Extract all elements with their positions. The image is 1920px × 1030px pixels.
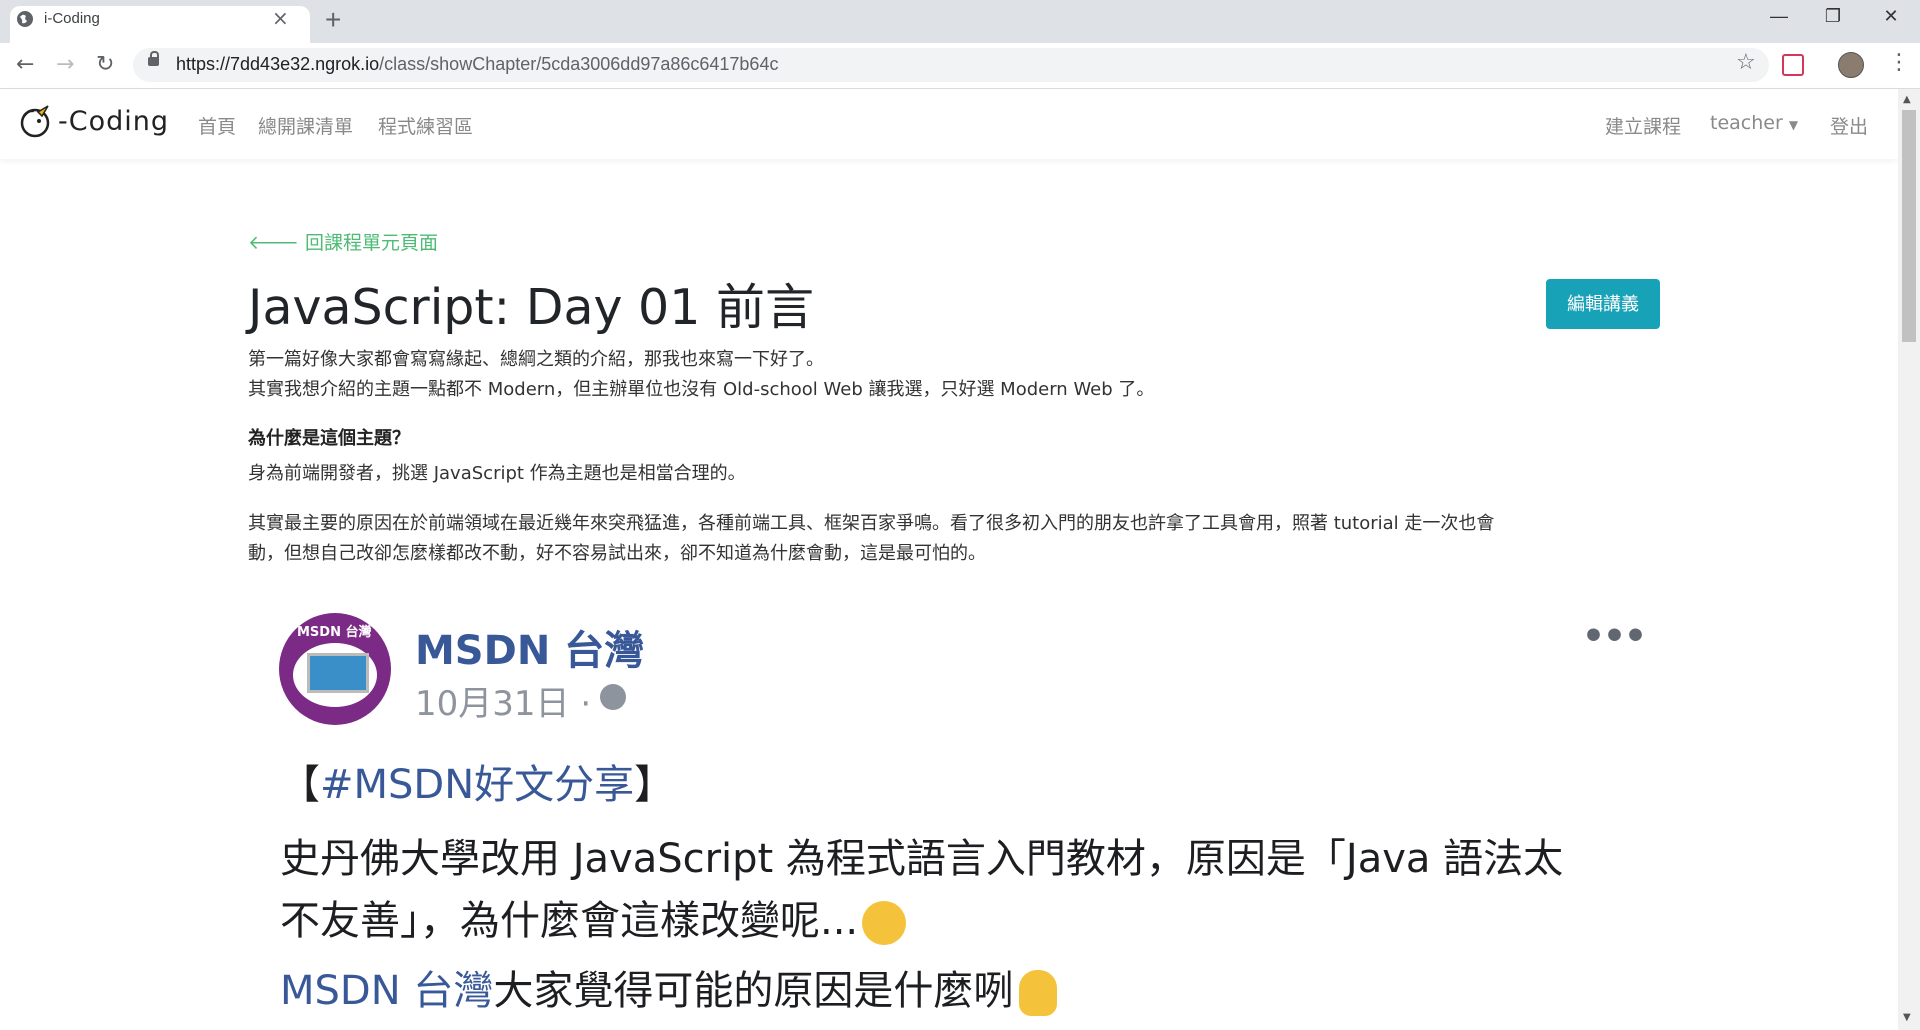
back-link-label: 回課程單元頁面 [305, 232, 439, 254]
post-body-line2: 不友善」，為什麼會這樣改變呢... [280, 888, 907, 946]
nav-home[interactable]: 首頁 [198, 112, 236, 139]
bracket-close: 】 [634, 762, 675, 808]
tab-title: i-Coding [44, 10, 100, 27]
post-question-line: MSDN 台灣大家覺得可能的原因是什麼咧 [280, 958, 1058, 1016]
nav-practice[interactable]: 程式練習區 [378, 112, 473, 139]
minimize-icon[interactable]: — [1756, 6, 1802, 27]
edit-handout-button[interactable]: 編輯講義 [1546, 279, 1660, 329]
post-date: 10月31日 · [415, 684, 592, 724]
raised-hand-icon [1019, 970, 1058, 1016]
nav-course-list[interactable]: 總開課清單 [258, 112, 353, 139]
scrollbar-thumb[interactable] [1902, 110, 1916, 342]
close-tab-icon[interactable]: × [272, 6, 289, 30]
paragraph-main-line2: 動，但想自己改卻怎麼樣都改不動，好不容易試出來，卻不知道為什麼會動，這是最可怕的… [248, 543, 986, 564]
post-page-name: MSDN 台灣 [415, 628, 645, 674]
url-path: /class/showChapter/5cda3006dd97a86c6417b… [379, 54, 779, 74]
back-to-units-link[interactable]: 🡐 回課程單元頁面 [248, 228, 438, 255]
globe-icon [17, 11, 33, 27]
paragraph-intro-line1: 第一篇好像大家都會寫寫緣起、總綱之類的介紹，那我也來寫一下好了。 [248, 349, 824, 370]
browser-menu-icon[interactable]: ⋮ [1888, 50, 1910, 75]
forward-arrow-icon[interactable]: → [56, 52, 74, 77]
reload-icon[interactable]: ↻ [96, 52, 114, 77]
msdn-avatar: MSDN 台灣 [279, 613, 391, 725]
post-body-line1: 史丹佛大學改用 JavaScript 為程式語言入門教材，原因是「Java 語法… [280, 836, 1564, 882]
close-window-icon[interactable]: ✕ [1868, 6, 1914, 27]
user-menu[interactable]: teacher ▼ [1710, 112, 1798, 134]
arrow-left-icon: 🡐 [248, 232, 299, 254]
post-mention: MSDN 台灣 [280, 968, 494, 1014]
page-title: JavaScript: Day 01 前言 [248, 279, 814, 336]
user-name: teacher [1710, 112, 1783, 134]
bracket-open: 【 [280, 762, 320, 808]
avatar-label: MSDN 台灣 [297, 625, 372, 640]
thinking-face-icon [862, 901, 907, 945]
nav-create-course[interactable]: 建立課程 [1605, 112, 1681, 139]
lock-icon [148, 51, 159, 66]
back-arrow-icon[interactable]: ← [16, 52, 34, 77]
url-host: https://7dd43e32.ngrok.io [176, 54, 380, 74]
extension-icon[interactable] [1782, 54, 1804, 76]
post-question: 大家覺得可能的原因是什麼咧 [493, 968, 1014, 1014]
laptop-icon [307, 653, 369, 693]
unicorn-logo-icon[interactable] [18, 104, 54, 140]
post-body-line2-text: 不友善」，為什麼會這樣改變呢... [280, 898, 859, 944]
public-globe-icon [600, 684, 626, 710]
url-text[interactable]: https://7dd43e32.ngrok.io/class/showChap… [176, 54, 778, 75]
restore-icon[interactable]: ❐ [1810, 6, 1856, 27]
post-hashtag: #MSDN好文分享 [320, 762, 635, 808]
new-tab-button[interactable]: + [325, 4, 341, 36]
scroll-up-icon[interactable]: ▲ [1903, 94, 1911, 105]
paragraph-reason: 身為前端開發者，挑選 JavaScript 作為主題也是相當合理的。 [248, 463, 746, 484]
caret-down-icon: ▼ [1788, 118, 1799, 132]
post-hashtag-line: 【#MSDN好文分享】 [280, 752, 674, 810]
bookmark-star-icon[interactable]: ☆ [1736, 50, 1756, 75]
paragraph-intro-line2: 其實我想介紹的主題一點都不 Modern，但主辦單位也沒有 Old-school… [248, 379, 1155, 400]
profile-avatar[interactable] [1838, 52, 1864, 78]
more-options-icon: ••• [1582, 616, 1647, 657]
section-heading: 為什麼是這個主題？ [248, 428, 410, 449]
scroll-down-icon[interactable]: ▼ [1903, 1012, 1911, 1023]
paragraph-main-line1: 其實最主要的原因在於前端領域在最近幾年來突飛猛進，各種前端工具、框架百家爭鳴。看… [248, 513, 1495, 534]
nav-logout[interactable]: 登出 [1830, 112, 1868, 139]
logo-text[interactable]: -Coding [58, 106, 169, 137]
